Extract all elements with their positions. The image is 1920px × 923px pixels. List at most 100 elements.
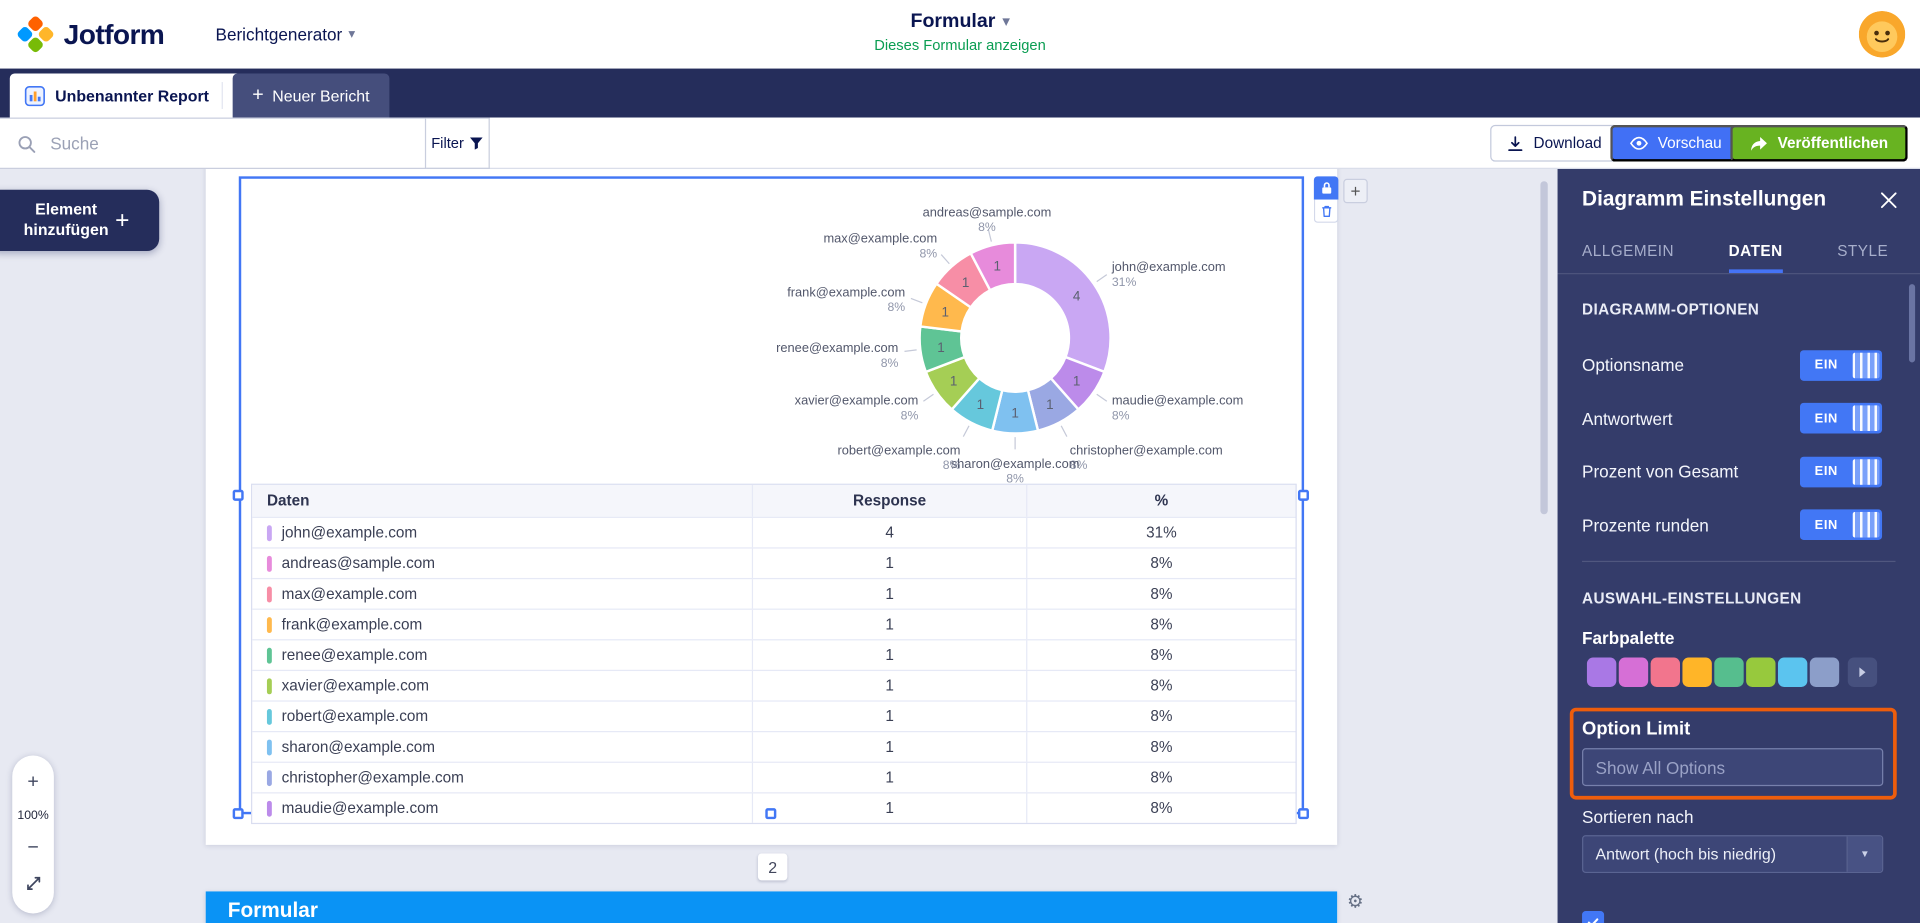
slice-label: xavier@example.com [795,393,919,408]
sort-by-select[interactable]: Antwort (hoch bis niedrig) ▼ [1582,835,1883,873]
cell-percent: 8% [1026,793,1295,822]
cell-label: andreas@sample.com [252,549,752,578]
cell-response: 1 [752,763,1026,792]
toggle-row: Prozent von GesamtEIN [1582,456,1882,488]
report-canvas: 4john@example.com31%1maudie@example.com8… [0,169,1920,923]
slice-label: max@example.com [823,231,937,246]
chart-settings-panel: Diagramm Einstellungen ALLGEMEINDATENSTY… [1558,169,1920,923]
cell-label-text: xavier@example.com [282,677,429,694]
row-color-chip [267,647,272,663]
gear-icon[interactable]: ⚙ [1347,890,1363,912]
column-header: Response [752,485,1026,517]
panel-tab-allgemein[interactable]: ALLGEMEIN [1582,230,1674,273]
cell-label: john@example.com [252,518,752,547]
cell-label-text: john@example.com [282,524,418,541]
selection-handle-left[interactable] [233,490,244,501]
zoom-controls: + 100% − [12,756,54,914]
delete-element-button[interactable] [1314,200,1338,223]
panel-tab-style[interactable]: STYLE [1837,230,1888,273]
row-color-chip [267,800,272,816]
color-swatch-2[interactable] [1619,658,1648,687]
topbar: Jotform Berichtgenerator ▾ Formular ▾ Di… [0,0,1920,69]
chart-element-selection[interactable]: 4john@example.com31%1maudie@example.com8… [239,176,1304,814]
plus-icon: + [115,206,129,234]
selection-handle-bottom-right[interactable] [1298,808,1309,819]
row-color-chip [267,739,272,755]
toggle-switch[interactable]: EIN [1800,350,1882,381]
color-swatch-8[interactable] [1810,658,1839,687]
slice-percent-label: 8% [881,356,899,370]
chart-data-table: DatenResponse%john@example.com431%andrea… [251,484,1297,824]
row-color-chip [267,555,272,571]
color-swatch-3[interactable] [1651,658,1680,687]
toggle-label: Optionsname [1582,355,1684,375]
slice-label: maudie@example.com [1112,393,1244,408]
zoom-in-button[interactable]: + [27,772,38,792]
check-icon [1586,915,1601,923]
selection-handle-bottom-left[interactable] [233,808,244,819]
share-arrow-icon [1749,135,1767,151]
section-title-selection-settings: AUSWAHL-EINSTELLUNGEN [1582,590,1801,607]
row-color-chip [267,586,272,602]
view-form-link[interactable]: Dieses Formular anzeigen [874,37,1046,54]
fullscreen-button[interactable] [25,876,41,897]
cell-response: 1 [752,610,1026,639]
color-swatch-6[interactable] [1746,658,1775,687]
palette-next-button[interactable] [1848,658,1877,687]
page-number: 2 [768,858,777,876]
jotform-logo[interactable]: Jotform [17,16,164,53]
add-element-here-button[interactable]: + [1343,179,1367,203]
sort-by-label: Sortieren nach [1582,807,1694,827]
avatar[interactable] [1859,11,1906,58]
product-menu[interactable]: Berichtgenerator ▾ [216,24,356,44]
selection-handle-bottom-center[interactable] [765,808,776,819]
toggle-switch[interactable]: EIN [1800,509,1882,540]
label-leader-line [923,394,933,401]
color-swatch-5[interactable] [1714,658,1743,687]
panel-scrollbar[interactable] [1909,284,1915,362]
panel-tab-daten[interactable]: DATEN [1729,230,1783,273]
toggle-switch[interactable]: EIN [1800,456,1882,487]
avatar-image [1859,11,1906,58]
publish-button[interactable]: Veröffentlichen [1730,125,1908,162]
plus-icon: + [1350,181,1360,201]
form-title: Formular [910,11,995,33]
cell-label: max@example.com [252,579,752,608]
toggle-knob [1853,459,1880,485]
toggle-knob [1853,405,1880,431]
form-title-menu[interactable]: Formular ▾ [874,11,1046,33]
download-button[interactable]: Download [1491,125,1619,162]
report-tab[interactable]: Unbenannter Report ⋮ [10,73,264,117]
cell-response: 1 [752,702,1026,731]
color-swatch-4[interactable] [1682,658,1711,687]
publish-label: Veröffentlichen [1778,135,1889,152]
cell-label: renee@example.com [252,640,752,669]
cell-percent: 8% [1026,671,1295,700]
filter-button[interactable]: Filter [426,118,490,169]
cell-label-text: max@example.com [282,585,417,602]
preview-button[interactable]: Vorschau [1610,125,1741,162]
toggle-state-label: EIN [1800,517,1853,532]
canvas-scrollbar[interactable] [1540,181,1547,514]
new-report-button[interactable]: + Neuer Bericht [233,73,390,117]
toggle-row: Optionsname EIN [1582,349,1882,381]
toggle-switch[interactable]: EIN [1800,403,1882,434]
toggle-row: AntwortwertEIN [1582,402,1882,434]
row-color-chip [267,770,272,786]
column-header: Daten [252,485,752,517]
selection-handle-right[interactable] [1298,490,1309,501]
zoom-out-button[interactable]: − [27,839,38,859]
download-icon [1508,135,1524,151]
checkbox[interactable] [1582,911,1604,923]
slice-label: robert@example.com [837,442,960,457]
color-swatch-1[interactable] [1587,658,1616,687]
option-limit-select[interactable]: Show All Options [1582,748,1883,786]
search-input[interactable] [48,132,371,154]
section-title-chart-options: DIAGRAMM-OPTIONEN [1582,301,1759,318]
close-panel-button[interactable] [1876,187,1900,211]
color-swatch-7[interactable] [1778,658,1807,687]
add-element-button[interactable]: Element hinzufügen + [0,190,159,251]
expand-icon [25,876,41,892]
add-element-label: Element hinzufügen [22,200,110,241]
lock-element-button[interactable] [1314,176,1338,199]
